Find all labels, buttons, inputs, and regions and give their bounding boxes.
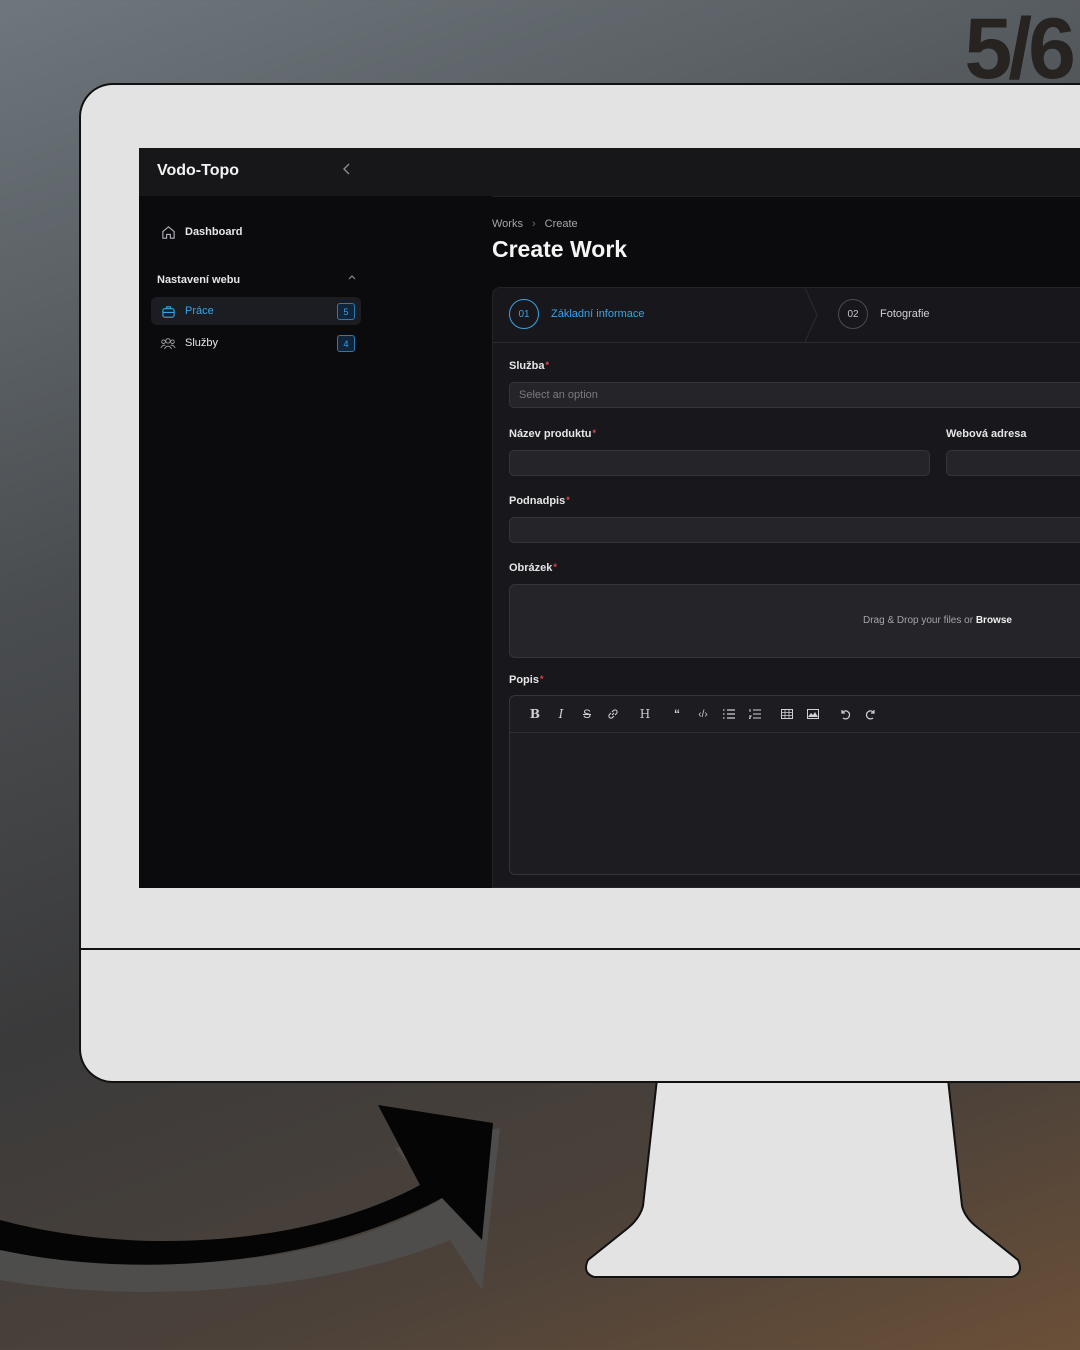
link-icon[interactable]	[600, 701, 626, 727]
count-badge: 5	[337, 303, 355, 320]
sidebar-item-label: Služby	[185, 337, 219, 349]
image-dropzone[interactable]: Drag & Drop your files or Browse	[509, 584, 1080, 658]
popis-label: Popis*	[509, 674, 544, 686]
image-icon[interactable]	[800, 701, 826, 727]
top-bar: Vodo-Topo	[139, 148, 1080, 197]
sidebar-item-label: Práce	[185, 305, 214, 317]
podnadpis-label: Podnadpis*	[509, 495, 570, 507]
step-label: Fotografie	[880, 308, 930, 320]
count-badge: 4	[337, 335, 355, 352]
editor-toolbar: B I S H “ ‹/›	[510, 696, 1080, 733]
step-divider	[804, 288, 818, 342]
sidebar: Dashboard Nastavení webu Práce 5 Služby …	[139, 196, 492, 888]
monitor-stand	[585, 1078, 1021, 1278]
wizard-steps: 01 Základní informace 02 Fotografie	[493, 288, 1080, 343]
step-label: Základní informace	[551, 308, 645, 320]
rich-text-editor[interactable]: B I S H “ ‹/›	[509, 695, 1080, 875]
ordered-list-icon[interactable]	[742, 701, 768, 727]
dropzone-text: Drag & Drop your files or Browse	[863, 615, 1012, 626]
sidebar-item-label: Dashboard	[185, 226, 243, 238]
breadcrumb-create: Create	[544, 218, 578, 230]
briefcase-icon	[159, 302, 177, 320]
sidebar-group-header[interactable]: Nastavení webu	[157, 274, 357, 286]
main-content: Works › Create Create Work 01 Základní inf…	[492, 196, 1080, 888]
step-zakladni-informace[interactable]: 01 Základní informace	[509, 299, 645, 329]
webova-adresa-label: Webová adresa	[946, 428, 1027, 440]
users-icon	[159, 334, 177, 352]
sidebar-item-sluzby[interactable]: Služby 4	[151, 329, 361, 357]
redo-icon[interactable]	[858, 701, 884, 727]
heading-icon[interactable]: H	[632, 701, 658, 727]
sidebar-group-title: Nastavení webu	[157, 274, 241, 286]
sluzba-select[interactable]: Select an option	[509, 382, 1080, 408]
form-card: 01 Základní informace 02 Fotografie Služ…	[492, 287, 1080, 888]
webova-adresa-input[interactable]	[946, 450, 1080, 476]
podnadpis-input[interactable]	[509, 517, 1080, 543]
nazev-produktu-input[interactable]	[509, 450, 930, 476]
slide-counter: 5/6	[964, 1, 1076, 97]
strikethrough-icon[interactable]: S	[574, 701, 600, 727]
sluzba-label: Služba*	[509, 360, 549, 372]
browse-link[interactable]: Browse	[976, 615, 1012, 626]
bold-icon[interactable]: B	[522, 701, 548, 727]
step-fotografie[interactable]: 02 Fotografie	[838, 299, 930, 329]
arrow-decoration	[0, 1105, 500, 1292]
quote-icon[interactable]: “	[664, 701, 690, 727]
obrazek-label: Obrázek*	[509, 562, 557, 574]
sluzba-placeholder: Select an option	[519, 389, 598, 401]
brand-logo[interactable]: Vodo-Topo	[157, 162, 239, 180]
bullet-list-icon[interactable]	[716, 701, 742, 727]
home-icon	[159, 223, 177, 241]
step-number: 02	[838, 299, 868, 329]
table-icon[interactable]	[774, 701, 800, 727]
code-icon[interactable]: ‹/›	[690, 701, 716, 727]
italic-icon[interactable]: I	[548, 701, 574, 727]
undo-icon[interactable]	[832, 701, 858, 727]
step-number: 01	[509, 299, 539, 329]
sidebar-item-prace[interactable]: Práce 5	[151, 297, 361, 325]
chevron-left-icon[interactable]	[342, 162, 352, 181]
nazev-produktu-label: Název produktu*	[509, 428, 597, 440]
chevron-right-icon: ›	[531, 218, 536, 230]
monitor-chin-divider	[81, 948, 1080, 950]
app-screen: Vodo-Topo Dashboard Nastavení webu Práce…	[139, 148, 1080, 888]
breadcrumb: Works › Create	[492, 218, 578, 230]
chevron-up-icon[interactable]	[347, 273, 357, 284]
page-title: Create Work	[492, 236, 628, 262]
breadcrumb-works[interactable]: Works	[492, 218, 523, 230]
monitor-frame: Vodo-Topo Dashboard Nastavení webu Práce…	[79, 83, 1080, 1083]
sidebar-item-dashboard[interactable]: Dashboard	[151, 218, 361, 246]
